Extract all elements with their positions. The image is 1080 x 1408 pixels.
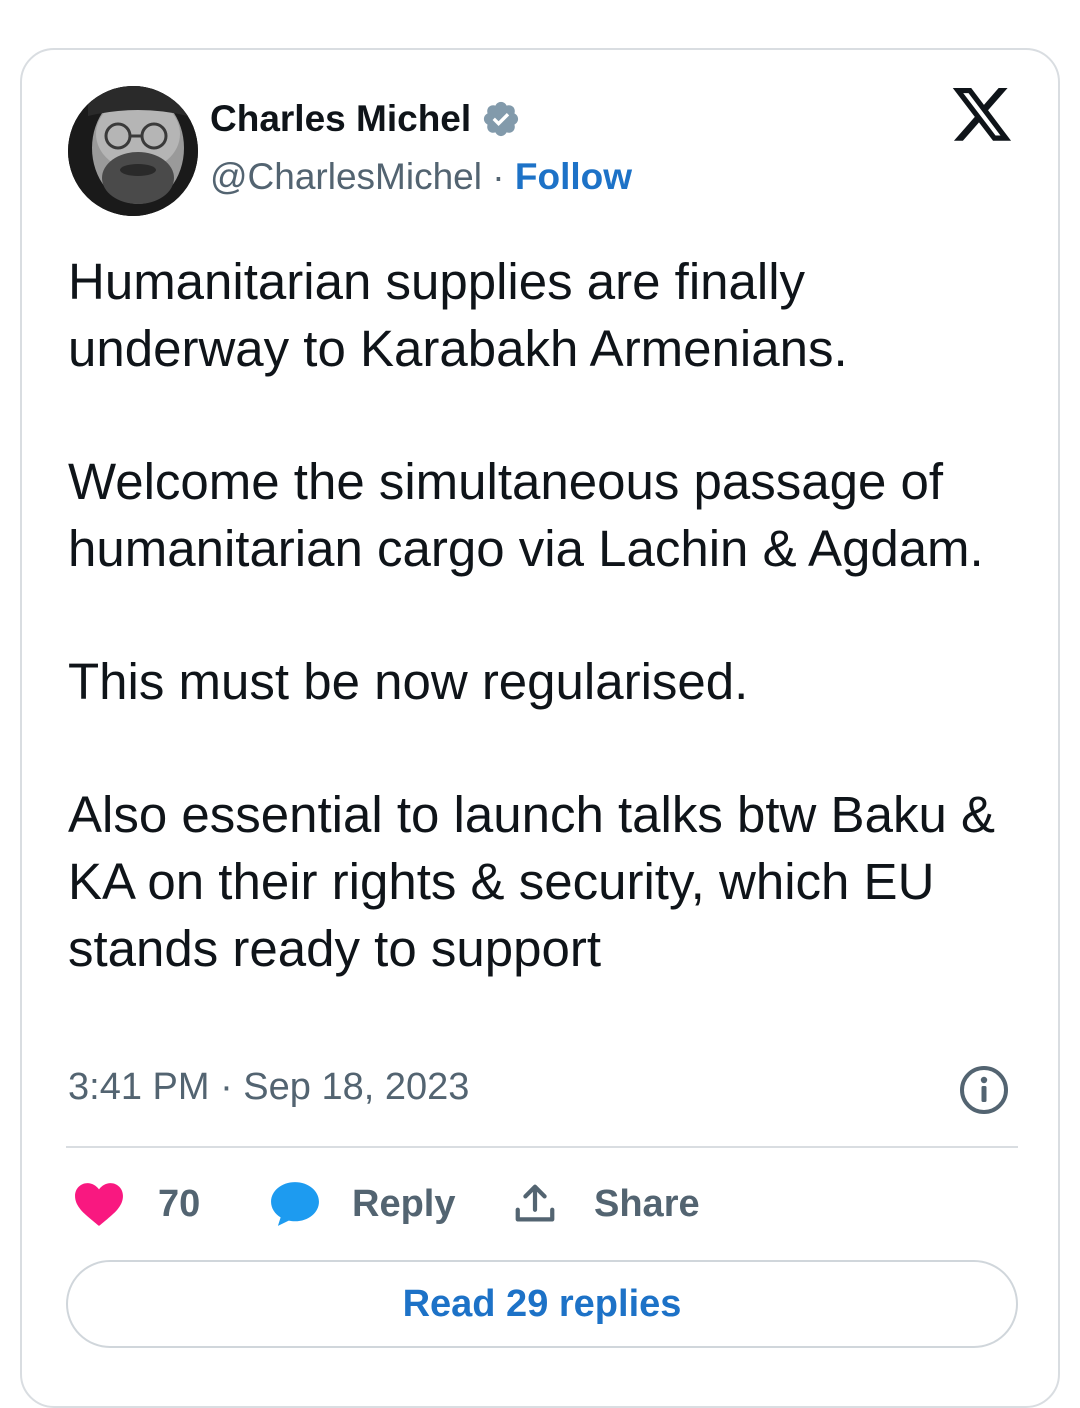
heart-icon (74, 1182, 124, 1226)
tweet-text: Humanitarian supplies are finally underw… (68, 248, 1038, 982)
verified-badge-icon (481, 99, 521, 139)
read-replies-button[interactable]: Read 29 replies (66, 1260, 1018, 1348)
reply-label: Reply (352, 1182, 456, 1225)
tweet-card: Charles Michel @CharlesMichel · Follow H… (20, 48, 1060, 1408)
tweet-timestamp[interactable]: 3:41 PM · Sep 18, 2023 (68, 1066, 469, 1109)
follow-button[interactable]: Follow (515, 156, 632, 197)
divider (66, 1146, 1018, 1148)
reply-button[interactable]: Reply (270, 1174, 455, 1234)
tweet-paragraph: Also essential to launch talks btw Baku … (68, 786, 995, 977)
tweet-paragraph: Humanitarian supplies are finally underw… (68, 253, 848, 377)
like-count: 70 (158, 1182, 201, 1225)
author-name-text: Charles Michel (210, 98, 472, 139)
x-logo-icon[interactable] (950, 88, 1014, 148)
tweet-actions: 70 Reply Share (74, 1174, 974, 1234)
handle-row: @CharlesMichel · Follow (210, 156, 632, 198)
avatar[interactable] (68, 86, 198, 216)
share-icon (512, 1181, 558, 1227)
author-name[interactable]: Charles Michel (210, 98, 521, 140)
share-button[interactable]: Share (512, 1174, 700, 1234)
tweet-paragraph: Welcome the simultaneous passage of huma… (68, 453, 984, 577)
reply-bubble-icon (270, 1181, 320, 1227)
share-label: Share (594, 1182, 700, 1225)
author-handle[interactable]: @CharlesMichel (210, 156, 482, 197)
avatar-image (68, 86, 198, 216)
info-icon[interactable] (958, 1064, 1010, 1116)
separator: · (481, 156, 515, 197)
like-button[interactable]: 70 (74, 1174, 200, 1234)
read-replies-label: Read 29 replies (402, 1282, 682, 1325)
tweet-paragraph: This must be now regularised. (68, 653, 749, 710)
